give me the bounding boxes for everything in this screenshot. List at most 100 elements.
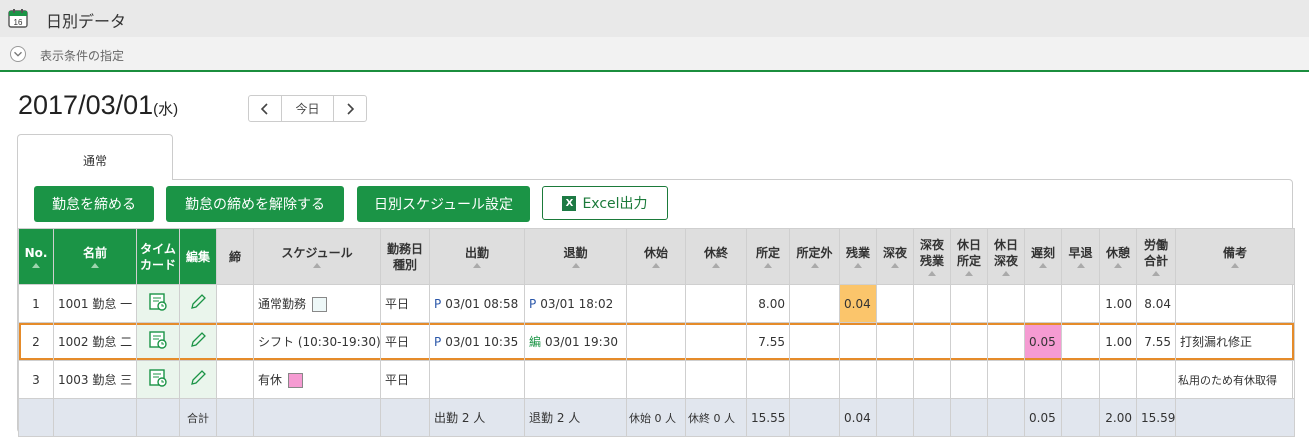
row-early <box>1061 322 1100 361</box>
row-out[interactable]: 編 03/01 19:30 <box>524 322 627 361</box>
sort-icon <box>1114 263 1122 268</box>
date-navigation: 今日 <box>248 95 367 122</box>
col-night[interactable]: 深夜 <box>876 228 914 285</box>
col-nonregular[interactable]: 所定外 <box>789 228 840 285</box>
sort-icon <box>1002 271 1010 276</box>
chevron-left-icon <box>260 102 268 115</box>
sort-icon <box>854 263 862 268</box>
row-regular <box>746 360 790 399</box>
row-holiday-night <box>987 360 1025 399</box>
col-night-overtime[interactable]: 深夜 残業 <box>913 228 951 285</box>
row-night <box>876 360 914 399</box>
table-row: 2 1002 勤怠 二 シフト (10:30-19:30) 平日 P 03/01 … <box>18 322 1295 361</box>
date-heading: 2017/03/01(水) <box>18 90 178 121</box>
totals-empty <box>913 398 951 437</box>
col-rest[interactable]: 休憩 <box>1099 228 1137 285</box>
row-in[interactable] <box>429 360 525 399</box>
col-schedule[interactable]: スケジュール <box>253 228 381 285</box>
col-holiday-regular[interactable]: 休日 所定 <box>950 228 988 285</box>
col-name[interactable]: 名前 <box>53 228 137 285</box>
sort-icon <box>712 263 720 268</box>
totals-rest: 2.00 <box>1099 398 1137 437</box>
row-rest: 1.00 <box>1099 322 1137 361</box>
col-in[interactable]: 出勤 <box>429 228 525 285</box>
col-regular[interactable]: 所定 <box>746 228 790 285</box>
conditions-bar[interactable]: 表示条件の指定 <box>0 37 1309 72</box>
col-late[interactable]: 遅刻 <box>1024 228 1062 285</box>
timecard-icon[interactable] <box>136 360 180 399</box>
next-day-button[interactable] <box>334 96 366 121</box>
row-daytype: 平日 <box>380 284 430 323</box>
table-row: 1 1001 勤怠 一 通常勤務 平日 P 03/01 08:58 P 03/01 … <box>18 284 1295 323</box>
row-name: 1001 勤怠 一 <box>53 284 137 323</box>
totals-empty <box>1061 398 1100 437</box>
row-daytype: 平日 <box>380 322 430 361</box>
row-out[interactable]: P 03/01 18:02 <box>524 284 627 323</box>
totals-empty <box>253 398 381 437</box>
totals-empty <box>53 398 137 437</box>
today-button[interactable]: 今日 <box>281 96 334 121</box>
edit-pencil-icon[interactable] <box>179 360 217 399</box>
row-nonregular <box>789 360 840 399</box>
totals-overtime: 0.04 <box>839 398 877 437</box>
row-no: 1 <box>18 284 54 323</box>
row-night <box>876 322 914 361</box>
row-rest: 1.00 <box>1099 284 1137 323</box>
schedule-color-swatch <box>312 297 328 312</box>
col-no[interactable]: No. <box>18 228 54 285</box>
row-schedule: 有休 <box>253 360 381 399</box>
chevron-right-icon <box>347 102 355 115</box>
tab-normal[interactable]: 通常 <box>17 134 173 180</box>
totals-in: 出勤 2 人 <box>429 398 525 437</box>
col-overtime[interactable]: 残業 <box>839 228 877 285</box>
row-close <box>216 322 254 361</box>
col-break-start[interactable]: 休始 <box>626 228 686 285</box>
totals-empty <box>136 398 180 437</box>
col-out[interactable]: 退勤 <box>524 228 627 285</box>
row-nonregular <box>789 322 840 361</box>
col-timecard: タイム カード <box>136 228 180 285</box>
row-regular: 8.00 <box>746 284 790 323</box>
col-holiday-night[interactable]: 休日 深夜 <box>987 228 1025 285</box>
chevron-down-icon[interactable] <box>10 46 26 62</box>
close-attendance-button[interactable]: 勤怠を締める <box>34 186 154 222</box>
row-close <box>216 360 254 399</box>
unclose-attendance-button[interactable]: 勤怠の締めを解除する <box>166 186 344 222</box>
table-row: 3 1003 勤怠 三 有休 平日 私用のため有休取得 <box>18 360 1295 399</box>
col-close: 締 <box>216 228 254 285</box>
edit-pencil-icon[interactable] <box>179 322 217 361</box>
row-holiday-night <box>987 322 1025 361</box>
prev-day-button[interactable] <box>249 96 281 121</box>
row-rest <box>1099 360 1137 399</box>
totals-label: 合計 <box>179 398 217 437</box>
table-header-row: No. 名前 タイム カード 編集 締 スケジュール 勤務日 種別 出勤 退勤 休始… <box>18 228 1295 285</box>
sort-icon <box>571 263 580 268</box>
edit-pencil-icon[interactable] <box>179 284 217 323</box>
timecard-icon[interactable] <box>136 322 180 361</box>
totals-empty <box>216 398 254 437</box>
row-name: 1002 勤怠 二 <box>53 322 137 361</box>
row-daytype: 平日 <box>380 360 430 399</box>
row-in[interactable]: P 03/01 10:35 <box>429 322 525 361</box>
row-overtime: 0.04 <box>839 284 877 323</box>
row-out[interactable] <box>524 360 627 399</box>
row-holiday-regular <box>950 322 988 361</box>
col-early[interactable]: 早退 <box>1061 228 1100 285</box>
totals-empty <box>789 398 840 437</box>
sort-icon <box>473 263 481 268</box>
conditions-label[interactable]: 表示条件の指定 <box>40 47 124 64</box>
col-total[interactable]: 労働 合計 <box>1136 228 1176 285</box>
row-late <box>1024 360 1062 399</box>
daily-schedule-button[interactable]: 日別スケジュール設定 <box>357 186 530 222</box>
row-schedule: シフト (10:30-19:30) <box>253 322 381 361</box>
col-break-end[interactable]: 休終 <box>685 228 747 285</box>
sort-icon <box>965 271 973 276</box>
excel-export-button[interactable]: X Excel出力 <box>542 186 668 220</box>
row-in[interactable]: P 03/01 08:58 <box>429 284 525 323</box>
sort-icon <box>1039 263 1047 268</box>
timecard-icon[interactable] <box>136 284 180 323</box>
row-no: 3 <box>18 360 54 399</box>
row-night-overtime <box>913 322 951 361</box>
row-no: 2 <box>18 322 54 361</box>
col-note[interactable]: 備考 <box>1175 228 1295 285</box>
